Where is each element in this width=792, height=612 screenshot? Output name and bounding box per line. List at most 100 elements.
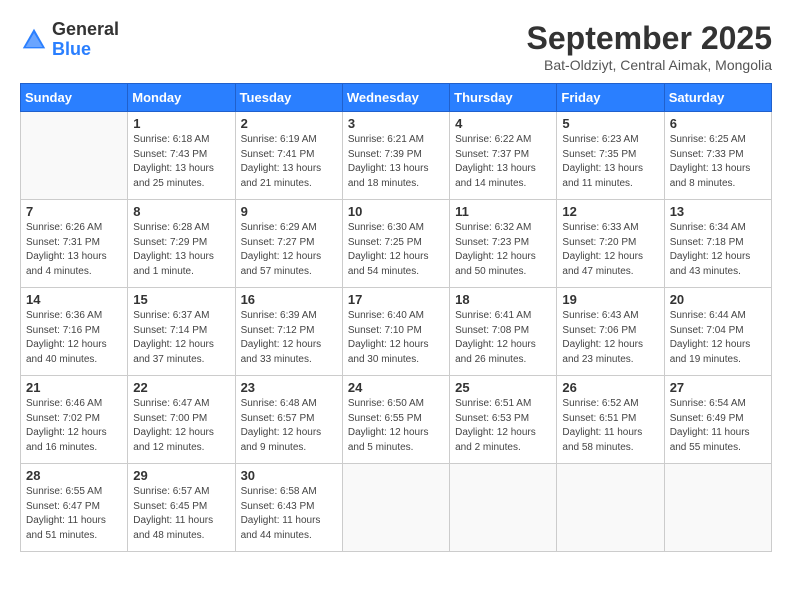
calendar-week-row: 14 Sunrise: 6:36 AM Sunset: 7:16 PM Dayli… — [21, 288, 772, 376]
day-info: Sunrise: 6:37 AM Sunset: 7:14 PM Dayligh… — [133, 309, 229, 367]
calendar-cell: 27Sunrise: 6:54 AM Sunset: 6:49 PM Dayli… — [664, 376, 771, 464]
day-number: 6 — [670, 116, 766, 131]
day-number: 3 — [348, 116, 444, 131]
location-subtitle: Bat-Oldziyt, Central Aimak, Mongolia — [527, 57, 772, 73]
calendar-cell — [450, 464, 557, 552]
day-info: Sunrise: 6:52 AM Sunset: 6:51 PM Dayligh… — [562, 397, 658, 455]
calendar-cell: 7 Sunrise: 6:26 AM Sunset: 7:31 PM Daylig… — [21, 200, 128, 288]
calendar-cell: 22Sunrise: 6:47 AM Sunset: 7:00 PM Dayli… — [128, 376, 235, 464]
month-title: September 2025 — [527, 20, 772, 57]
day-info: Sunrise: 6:25 AM Sunset: 7:33 PM Dayligh… — [670, 133, 766, 191]
calendar-cell: 1Sunrise: 6:18 AM Sunset: 7:43 PM Daylig… — [128, 112, 235, 200]
day-info: Sunrise: 6:55 AM Sunset: 6:47 PM Dayligh… — [26, 485, 122, 543]
weekday-header: Tuesday — [235, 84, 342, 112]
calendar-cell: 9 Sunrise: 6:29 AM Sunset: 7:27 PM Daylig… — [235, 200, 342, 288]
page-header: General Blue September 2025 Bat-Oldziyt,… — [20, 20, 772, 73]
day-info: Sunrise: 6:28 AM Sunset: 7:29 PM Dayligh… — [133, 221, 229, 279]
day-number: 28 — [26, 468, 122, 483]
calendar-cell: 18Sunrise: 6:41 AM Sunset: 7:08 PM Dayli… — [450, 288, 557, 376]
day-number: 26 — [562, 380, 658, 395]
calendar-cell: 11 Sunrise: 6:32 AM Sunset: 7:23 PM Dayli… — [450, 200, 557, 288]
day-number: 24 — [348, 380, 444, 395]
calendar-cell: 17 Sunrise: 6:40 AM Sunset: 7:10 PM Dayli… — [342, 288, 449, 376]
day-info: Sunrise: 6:50 AM Sunset: 6:55 PM Dayligh… — [348, 397, 444, 455]
title-block: September 2025 Bat-Oldziyt, Central Aima… — [527, 20, 772, 73]
calendar-week-row: 1Sunrise: 6:18 AM Sunset: 7:43 PM Daylig… — [21, 112, 772, 200]
day-number: 5 — [562, 116, 658, 131]
day-info: Sunrise: 6:26 AM Sunset: 7:31 PM Dayligh… — [26, 221, 122, 279]
weekday-header: Thursday — [450, 84, 557, 112]
calendar-cell: 16 Sunrise: 6:39 AM Sunset: 7:12 PM Dayli… — [235, 288, 342, 376]
day-number: 30 — [241, 468, 337, 483]
day-info: Sunrise: 6:36 AM Sunset: 7:16 PM Dayligh… — [26, 309, 122, 367]
day-info: Sunrise: 6:34 AM Sunset: 7:18 PM Dayligh… — [670, 221, 766, 279]
day-number: 19 — [562, 292, 658, 307]
day-info: Sunrise: 6:51 AM Sunset: 6:53 PM Dayligh… — [455, 397, 551, 455]
calendar-cell: 29Sunrise: 6:57 AM Sunset: 6:45 PM Dayli… — [128, 464, 235, 552]
day-info: Sunrise: 6:32 AM Sunset: 7:23 PM Dayligh… — [455, 221, 551, 279]
day-number: 18 — [455, 292, 551, 307]
day-number: 17 — [348, 292, 444, 307]
calendar-cell — [664, 464, 771, 552]
day-number: 14 — [26, 292, 122, 307]
day-number: 9 — [241, 204, 337, 219]
day-info: Sunrise: 6:40 AM Sunset: 7:10 PM Dayligh… — [348, 309, 444, 367]
day-info: Sunrise: 6:18 AM Sunset: 7:43 PM Dayligh… — [133, 133, 229, 191]
calendar-cell — [342, 464, 449, 552]
weekday-header: Monday — [128, 84, 235, 112]
calendar-cell: 8Sunrise: 6:28 AM Sunset: 7:29 PM Daylig… — [128, 200, 235, 288]
calendar-cell: 25 Sunrise: 6:51 AM Sunset: 6:53 PM Dayli… — [450, 376, 557, 464]
day-info: Sunrise: 6:30 AM Sunset: 7:25 PM Dayligh… — [348, 221, 444, 279]
day-info: Sunrise: 6:33 AM Sunset: 7:20 PM Dayligh… — [562, 221, 658, 279]
day-number: 2 — [241, 116, 337, 131]
day-info: Sunrise: 6:46 AM Sunset: 7:02 PM Dayligh… — [26, 397, 122, 455]
weekday-header: Sunday — [21, 84, 128, 112]
day-number: 7 — [26, 204, 122, 219]
day-number: 11 — [455, 204, 551, 219]
day-info: Sunrise: 6:58 AM Sunset: 6:43 PM Dayligh… — [241, 485, 337, 543]
calendar-cell: 2 Sunrise: 6:19 AM Sunset: 7:41 PM Daylig… — [235, 112, 342, 200]
day-number: 4 — [455, 116, 551, 131]
day-info: Sunrise: 6:21 AM Sunset: 7:39 PM Dayligh… — [348, 133, 444, 191]
day-number: 15 — [133, 292, 229, 307]
calendar-cell: 3 Sunrise: 6:21 AM Sunset: 7:39 PM Daylig… — [342, 112, 449, 200]
calendar-cell: 28 Sunrise: 6:55 AM Sunset: 6:47 PM Dayli… — [21, 464, 128, 552]
calendar-cell: 30 Sunrise: 6:58 AM Sunset: 6:43 PM Dayli… — [235, 464, 342, 552]
day-number: 12 — [562, 204, 658, 219]
calendar-cell: 20Sunrise: 6:44 AM Sunset: 7:04 PM Dayli… — [664, 288, 771, 376]
day-info: Sunrise: 6:19 AM Sunset: 7:41 PM Dayligh… — [241, 133, 337, 191]
day-number: 20 — [670, 292, 766, 307]
calendar-cell: 6 Sunrise: 6:25 AM Sunset: 7:33 PM Daylig… — [664, 112, 771, 200]
day-info: Sunrise: 6:47 AM Sunset: 7:00 PM Dayligh… — [133, 397, 229, 455]
calendar-cell — [21, 112, 128, 200]
calendar-cell: 21Sunrise: 6:46 AM Sunset: 7:02 PM Dayli… — [21, 376, 128, 464]
weekday-header: Saturday — [664, 84, 771, 112]
calendar-cell: 23 Sunrise: 6:48 AM Sunset: 6:57 PM Dayli… — [235, 376, 342, 464]
calendar-cell: 26 Sunrise: 6:52 AM Sunset: 6:51 PM Dayli… — [557, 376, 664, 464]
calendar-cell: 13 Sunrise: 6:34 AM Sunset: 7:18 PM Dayli… — [664, 200, 771, 288]
weekday-header-row: SundayMondayTuesdayWednesdayThursdayFrid… — [21, 84, 772, 112]
day-info: Sunrise: 6:48 AM Sunset: 6:57 PM Dayligh… — [241, 397, 337, 455]
day-number: 29 — [133, 468, 229, 483]
day-number: 13 — [670, 204, 766, 219]
day-info: Sunrise: 6:54 AM Sunset: 6:49 PM Dayligh… — [670, 397, 766, 455]
calendar-cell: 12 Sunrise: 6:33 AM Sunset: 7:20 PM Dayli… — [557, 200, 664, 288]
day-number: 23 — [241, 380, 337, 395]
weekday-header: Wednesday — [342, 84, 449, 112]
calendar-cell: 19 Sunrise: 6:43 AM Sunset: 7:06 PM Dayli… — [557, 288, 664, 376]
day-number: 16 — [241, 292, 337, 307]
day-info: Sunrise: 6:23 AM Sunset: 7:35 PM Dayligh… — [562, 133, 658, 191]
calendar-cell: 15 Sunrise: 6:37 AM Sunset: 7:14 PM Dayli… — [128, 288, 235, 376]
day-info: Sunrise: 6:29 AM Sunset: 7:27 PM Dayligh… — [241, 221, 337, 279]
day-info: Sunrise: 6:39 AM Sunset: 7:12 PM Dayligh… — [241, 309, 337, 367]
day-info: Sunrise: 6:43 AM Sunset: 7:06 PM Dayligh… — [562, 309, 658, 367]
calendar-week-row: 21Sunrise: 6:46 AM Sunset: 7:02 PM Dayli… — [21, 376, 772, 464]
day-number: 25 — [455, 380, 551, 395]
calendar-cell: 10Sunrise: 6:30 AM Sunset: 7:25 PM Dayli… — [342, 200, 449, 288]
calendar-cell — [557, 464, 664, 552]
calendar-week-row: 7 Sunrise: 6:26 AM Sunset: 7:31 PM Daylig… — [21, 200, 772, 288]
calendar-cell: 5 Sunrise: 6:23 AM Sunset: 7:35 PM Daylig… — [557, 112, 664, 200]
calendar-cell: 4Sunrise: 6:22 AM Sunset: 7:37 PM Daylig… — [450, 112, 557, 200]
calendar-cell: 14 Sunrise: 6:36 AM Sunset: 7:16 PM Dayli… — [21, 288, 128, 376]
weekday-header: Friday — [557, 84, 664, 112]
